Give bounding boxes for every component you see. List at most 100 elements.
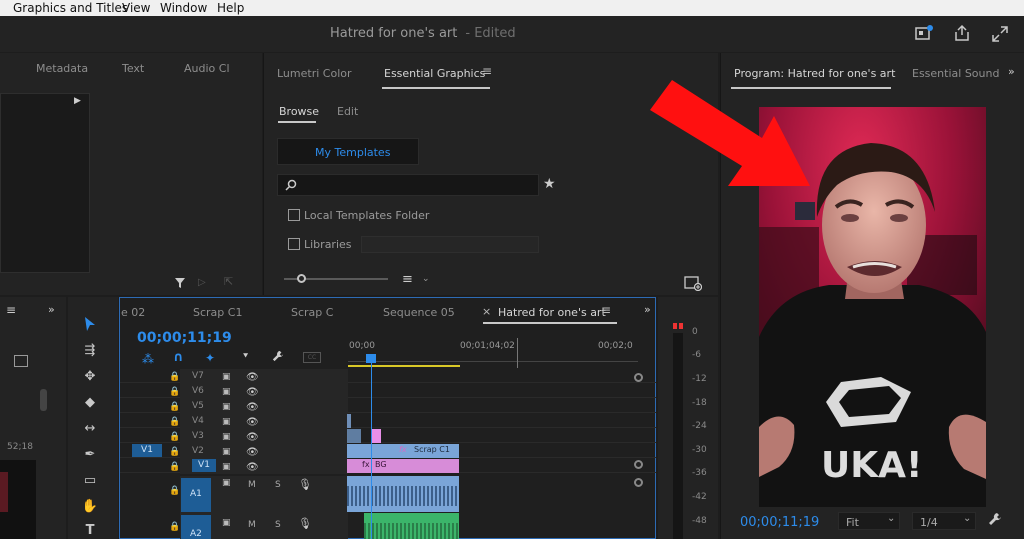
settings-wrench-icon[interactable] — [272, 350, 284, 365]
track-sync-icons[interactable]: ▣ ▣ ▣ ▣ ▣ ▣ ▣ — [222, 370, 231, 475]
ripple-edit-tool-icon[interactable]: ✥ — [80, 367, 100, 387]
tab-essential-sound[interactable]: Essential Sound — [912, 67, 999, 80]
tab-metadata[interactable]: Metadata — [36, 62, 88, 75]
menu-help[interactable]: Help — [217, 0, 244, 16]
rectangle-tool-icon[interactable]: ▭ — [80, 471, 100, 491]
menu-view[interactable]: View — [122, 0, 150, 16]
tab-text[interactable]: Text — [122, 62, 144, 75]
search-icon — [285, 179, 297, 194]
pen-tool-icon[interactable]: ✒ — [80, 445, 100, 465]
meter-label-36: -36 — [692, 468, 707, 478]
tab-hatred-for-ones-art[interactable]: Hatred for one's art — [498, 306, 606, 319]
tab-essential-graphics[interactable]: Essential Graphics — [384, 67, 485, 80]
source-patch-v1[interactable]: V1 — [132, 444, 162, 457]
audio-lock-icon[interactable]: 🔒 — [169, 522, 180, 532]
captions-icon[interactable]: CC — [303, 352, 321, 363]
audio-lock-icon[interactable]: 🔒 — [169, 486, 180, 496]
scrollbar-thumb[interactable] — [40, 389, 47, 411]
track-target-a2[interactable]: A2 — [181, 515, 211, 539]
vertical-scroll-handle-bottom[interactable] — [634, 460, 643, 469]
chevron-down-icon[interactable]: ⌄ — [422, 274, 430, 284]
tab-scrap-c1[interactable]: Scrap C1 — [193, 306, 242, 319]
solo-button-a1[interactable]: S — [275, 480, 281, 490]
time-ruler[interactable] — [348, 353, 638, 362]
selection-tool-icon[interactable] — [80, 316, 100, 336]
filter-icon[interactable] — [174, 277, 186, 292]
my-templates-dropdown[interactable]: My Templates — [277, 138, 419, 165]
add-marker-icon[interactable]: ⯆ — [242, 352, 249, 362]
workspaces-icon[interactable] — [915, 25, 933, 43]
tab-sequence-05[interactable]: Sequence 05 — [383, 306, 455, 319]
nest-icon[interactable]: ⁂ — [142, 352, 154, 366]
menu-window[interactable]: Window — [160, 0, 207, 16]
tab-audio-clip[interactable]: Audio Cl — [184, 62, 230, 75]
search-input[interactable] — [277, 174, 539, 196]
track-target-v1[interactable]: V1 — [192, 459, 216, 472]
solo-button-a2[interactable]: S — [275, 520, 281, 530]
panel-menu-icon[interactable]: ≡ — [601, 304, 611, 316]
subtab-edit[interactable]: Edit — [337, 105, 358, 118]
track-label-v2: V2 — [192, 446, 204, 456]
more-tabs-icon[interactable]: » — [1008, 65, 1015, 78]
local-templates-checkbox[interactable] — [288, 209, 300, 221]
bin-icon[interactable] — [14, 355, 28, 367]
export-icon[interactable]: ⇱ — [224, 275, 233, 288]
panel-menu-icon[interactable]: ≡ — [6, 304, 16, 316]
zoom-fit-dropdown[interactable]: Fit ⌄ — [838, 512, 900, 530]
resolution-dropdown[interactable]: 1/4 ⌄ — [912, 512, 976, 530]
slider-handle[interactable] — [297, 274, 306, 283]
hand-tool-icon[interactable]: ✋ — [80, 497, 100, 517]
star-icon[interactable]: ★ — [543, 176, 556, 192]
insert-icon[interactable]: ▷ — [198, 277, 206, 288]
clip-bg[interactable]: fx BG — [347, 459, 459, 473]
track-label-v3: V3 — [192, 431, 204, 441]
work-area-bar[interactable] — [348, 365, 460, 367]
razor-tool-icon[interactable]: ◆ — [80, 393, 100, 413]
fullscreen-icon[interactable] — [991, 25, 1009, 43]
project-thumbnail[interactable] — [0, 460, 36, 539]
more-tabs-icon[interactable]: » — [48, 303, 55, 316]
vertical-scroll-handle-top[interactable] — [634, 373, 643, 382]
waveform — [347, 486, 459, 506]
linked-selection-icon[interactable]: ✦ — [205, 351, 215, 365]
expand-arrow-icon[interactable]: ▶ — [74, 96, 81, 106]
audio-sync-icon[interactable]: ▣ — [222, 518, 231, 528]
close-tab-icon[interactable]: × — [482, 305, 491, 318]
audio-sync-icon[interactable]: ▣ — [222, 478, 231, 488]
tab-lumetri-color[interactable]: Lumetri Color — [277, 67, 352, 80]
audio-clip-a2[interactable] — [364, 513, 459, 539]
track-lock-icons[interactable]: 🔒 🔒 🔒 🔒 🔒 🔒 🔒 — [169, 370, 180, 475]
type-tool-icon[interactable]: T — [80, 521, 100, 539]
mute-button-a2[interactable]: M — [248, 520, 256, 530]
new-item-icon[interactable] — [684, 275, 703, 294]
list-view-icon[interactable]: ≡ — [402, 272, 413, 287]
libraries-checkbox[interactable] — [288, 238, 300, 250]
audio-clip-a1[interactable] — [347, 476, 459, 512]
panel-menu-icon[interactable]: ≡ — [482, 65, 492, 77]
tab-sequence-02[interactable]: e 02 — [121, 306, 145, 319]
track-target-a1[interactable]: A1 — [181, 478, 211, 512]
track-select-tool-icon[interactable]: ⇶ — [80, 341, 100, 361]
clip-v4-fragment[interactable] — [347, 414, 351, 428]
subtab-browse[interactable]: Browse — [279, 105, 319, 118]
menu-graphics-and-titles[interactable]: Graphics and Titles — [13, 0, 128, 16]
clip-scrap-c1[interactable]: fx Scrap C1 — [347, 444, 459, 458]
timeline-panel: e 02 Scrap C1 Scrap C Sequence 05 × Hatr… — [119, 297, 656, 539]
share-icon[interactable] — [953, 24, 971, 42]
more-tabs-icon[interactable]: » — [644, 303, 651, 316]
snap-magnet-icon[interactable]: ∩ — [173, 350, 184, 365]
libraries-dropdown[interactable] — [361, 236, 539, 253]
track-eye-icons[interactable]: 👁 👁 👁 👁 👁 👁 👁 — [246, 370, 259, 475]
program-timecode[interactable]: 00;00;11;19 — [740, 515, 819, 530]
microphone-icon[interactable]: 🎙 — [298, 517, 312, 530]
slip-tool-icon[interactable]: ↔ — [80, 419, 100, 439]
tab-program-monitor[interactable]: Program: Hatred for one's art — [734, 67, 895, 80]
mute-button-a1[interactable]: M — [248, 480, 256, 490]
tab-scrap-c[interactable]: Scrap C — [291, 306, 333, 319]
microphone-icon[interactable]: 🎙 — [298, 478, 312, 491]
clip-v3-pink[interactable] — [372, 429, 381, 443]
clip-v3-fragment[interactable] — [347, 429, 361, 443]
wrench-icon[interactable] — [988, 512, 1002, 529]
timeline-timecode[interactable]: 00;00;11;19 — [137, 330, 232, 346]
audio-scroll-handle[interactable] — [634, 478, 643, 487]
